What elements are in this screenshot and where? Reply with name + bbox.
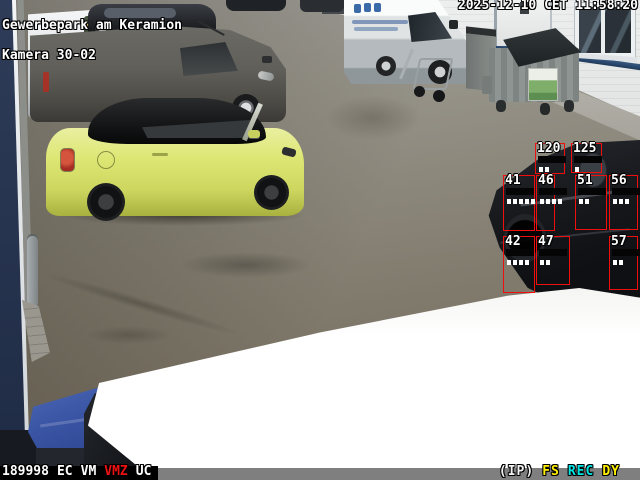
detection-activity-meter [578,188,606,204]
camera-location-label: Gewerbepark am Keramion [2,18,183,33]
detection-activity-meter [539,249,567,265]
video-frame: 120 125 41 46 51 56 42 47 57 Gewerbepark am Kera… [0,0,640,480]
detection-activity-meter [574,156,602,172]
detection-activity-meter [538,156,566,172]
detection-box: 51 [575,173,607,230]
detection-box: 42 [503,234,535,293]
status-flag: UC [135,464,152,479]
status-flag: REC [567,464,595,479]
status-flag: DY [602,464,620,479]
detection-box-id: 57 [611,234,627,249]
status-flag: (IP) [498,464,535,479]
status-flags-right: (IP) FS REC DY [498,464,620,479]
detection-box-id: 125 [573,141,597,156]
detection-box: 56 [609,173,640,230]
detection-activity-meter [506,249,534,265]
detection-box-id: 120 [537,141,561,156]
status-flag: VMZ [104,464,128,479]
detection-box-id: 41 [505,173,521,188]
detection-activity-meter [539,188,567,204]
detection-box: 47 [536,234,570,285]
detection-box-id: 46 [538,173,554,188]
status-flag: VM [80,464,97,479]
detection-box: 41 [503,173,535,231]
detection-box-id: 51 [577,173,593,188]
status-flag: EC [56,464,73,479]
osd-header: Gewerbepark am Keramion Kamera 30-02 [2,1,182,81]
camera-id-label: Kamera 30-02 [2,48,96,63]
status-flag: FS [542,464,560,479]
detection-box: 120 [535,141,566,174]
status-flag: 189998 [2,464,49,479]
detection-box: 46 [536,173,567,231]
detection-activity-meter [612,188,640,204]
detection-box-id: 42 [505,234,521,249]
detection-box-id: 56 [611,173,627,188]
detection-box: 57 [609,234,640,290]
timestamp-label: 2025-12-10 CET 11:58:20 [457,0,638,13]
detection-box: 125 [571,141,602,173]
status-flags-left: 189998 EC VM VMZ UC [2,464,152,479]
detection-activity-meter [506,188,535,204]
detection-activity-meter [612,249,640,265]
detection-box-id: 47 [538,234,554,249]
